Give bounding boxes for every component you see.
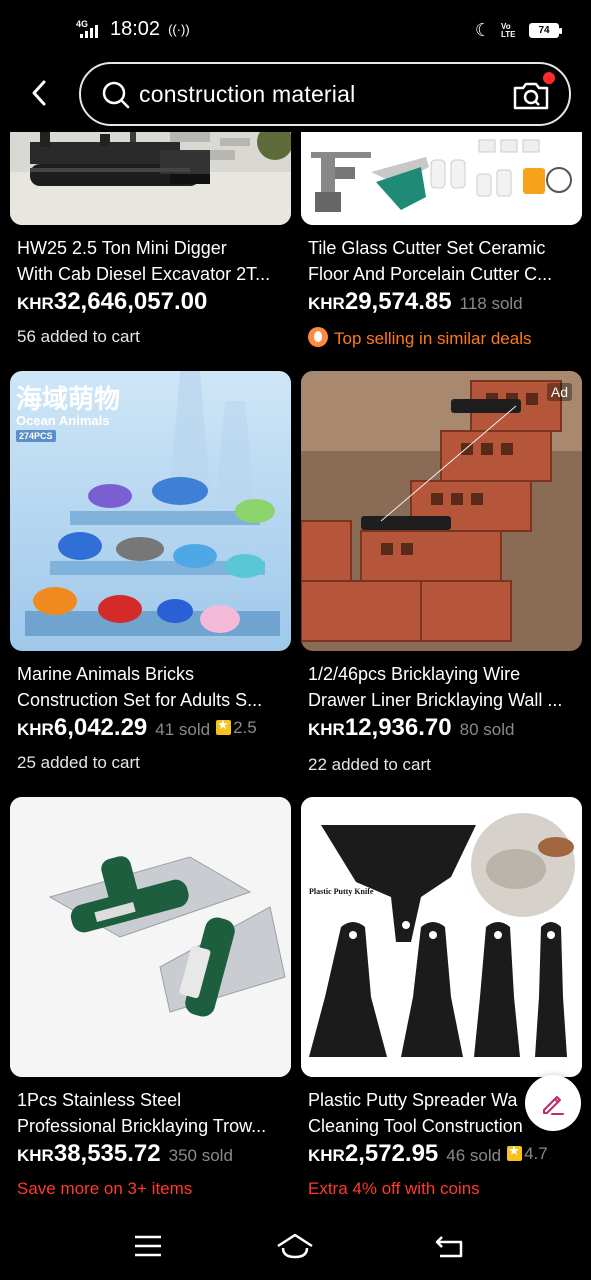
product-price: KHR6,042.29 41 sold 2.5 bbox=[17, 714, 257, 742]
ad-badge: Ad bbox=[546, 383, 572, 401]
product-image-tile-cutter bbox=[301, 132, 582, 225]
price-currency: KHR bbox=[17, 294, 54, 313]
edit-pencil-icon[interactable] bbox=[525, 1075, 581, 1131]
product-title-line: Construction Set for Adults S... bbox=[17, 690, 263, 710]
image-caption-cn: 海域萌物 bbox=[16, 385, 121, 415]
price-value: 2,572.95 bbox=[344, 1140, 439, 1167]
image-caption: Plastic Putty Knife bbox=[309, 887, 374, 896]
price-currency: KHR bbox=[17, 720, 54, 739]
promo-text: Save more on 3+ items bbox=[17, 1179, 193, 1198]
price-currency: KHR bbox=[308, 294, 345, 313]
volte-indicator: Vo LTE bbox=[501, 21, 516, 39]
back-nav-icon[interactable] bbox=[430, 1230, 470, 1262]
search-query: construction material bbox=[139, 81, 356, 107]
sold-count: 118 sold bbox=[459, 294, 523, 313]
product-card[interactable]: HW25 2.5 Ton Mini Digger With Cab Diesel… bbox=[10, 132, 291, 352]
sold-count: 80 sold bbox=[459, 720, 515, 739]
product-price: KHR 12,936.70 80 sold bbox=[308, 714, 514, 742]
sold-count: 350 sold bbox=[168, 1146, 233, 1165]
product-title: Marine Animals Bricks Construction Set f… bbox=[17, 661, 287, 713]
price-value: 6,042.29 bbox=[53, 714, 148, 741]
product-image-excavator bbox=[10, 132, 291, 225]
added-to-cart-text: 22 added to cart bbox=[308, 755, 431, 774]
notification-dot bbox=[543, 72, 555, 84]
added-to-cart-text: 56 added to cart bbox=[17, 327, 140, 346]
fire-icon bbox=[308, 327, 328, 347]
product-title-line: Drawer Liner Bricklaying Wall ... bbox=[308, 690, 563, 710]
product-title-line: HW25 2.5 Ton Mini Digger bbox=[17, 238, 227, 258]
product-grid: HW25 2.5 Ton Mini Digger With Cab Diesel… bbox=[0, 132, 591, 1212]
product-card[interactable]: 1Pcs Stainless Steel Professional Brickl… bbox=[10, 797, 291, 1207]
hotspot-icon: ((·)) bbox=[168, 22, 190, 37]
price-value: 29,574.85 bbox=[344, 288, 452, 315]
product-card[interactable]: 海域萌物 Ocean Animals 274PCS Marine Animals… bbox=[10, 371, 291, 781]
top-selling-badge: Top selling in similar deals bbox=[308, 327, 531, 349]
search-header: construction material bbox=[0, 62, 591, 132]
product-title: Tile Glass Cutter Set Ceramic Floor And … bbox=[308, 235, 578, 287]
added-to-cart-text: 25 added to cart bbox=[17, 753, 140, 772]
product-price: KHR 38,535.72 350 sold bbox=[17, 1140, 233, 1168]
battery-icon: 74 bbox=[529, 23, 562, 38]
home-icon[interactable] bbox=[275, 1230, 315, 1262]
battery-level: 74 bbox=[538, 25, 550, 36]
rating-value: 4.7 bbox=[524, 1143, 548, 1163]
product-price: KHR2,572.95 46 sold 4.7 bbox=[308, 1140, 548, 1168]
top-selling-text: Top selling in similar deals bbox=[334, 329, 532, 348]
product-price: KHR 32,646,057.00 bbox=[17, 288, 207, 316]
product-image-trowel bbox=[10, 797, 291, 1077]
product-title-line: Marine Animals Bricks bbox=[17, 664, 195, 684]
product-card[interactable]: Plastic Putty Knife Plastic Putty Spread… bbox=[301, 797, 582, 1207]
product-title-line: 1Pcs Stainless Steel bbox=[17, 1090, 182, 1110]
price-value: 12,936.70 bbox=[344, 714, 452, 741]
product-title-line: With Cab Diesel Excavator 2T... bbox=[17, 264, 271, 284]
rating: 4.7 bbox=[507, 1143, 548, 1164]
price-currency: KHR bbox=[308, 1146, 345, 1165]
product-title-line: Floor And Porcelain Cutter C... bbox=[308, 264, 553, 284]
product-title-line: Professional Bricklaying Trow... bbox=[17, 1116, 267, 1136]
product-image-putty-knife: Plastic Putty Knife bbox=[301, 797, 582, 1077]
product-image-bricklaying-wire: Ad bbox=[301, 371, 582, 651]
search-icon bbox=[101, 80, 131, 110]
sold-count: 41 sold bbox=[155, 720, 211, 739]
product-title: 1Pcs Stainless Steel Professional Brickl… bbox=[17, 1087, 287, 1139]
star-icon bbox=[216, 717, 232, 735]
back-arrow-icon[interactable] bbox=[22, 76, 56, 110]
product-title-line: 1/2/46pcs Bricklaying Wire bbox=[308, 664, 521, 684]
product-card[interactable]: Tile Glass Cutter Set Ceramic Floor And … bbox=[301, 132, 582, 352]
product-card[interactable]: Ad 1/2/46pcs Bricklaying Wire Drawer Lin… bbox=[301, 371, 582, 781]
signal-icon: 4G bbox=[76, 19, 102, 40]
rating-value: 2.5 bbox=[233, 717, 257, 737]
price-currency: KHR bbox=[17, 1146, 54, 1165]
status-bar: 4G 18:02 ((·)) ☾ Vo LTE 74 bbox=[0, 0, 591, 62]
product-title: HW25 2.5 Ton Mini Digger With Cab Diesel… bbox=[17, 235, 287, 287]
rating: 2.5 bbox=[216, 717, 257, 738]
menu-icon[interactable] bbox=[128, 1230, 168, 1262]
product-title-line: Tile Glass Cutter Set Ceramic bbox=[308, 238, 546, 258]
system-nav-bar bbox=[0, 1212, 591, 1280]
product-price: KHR 29,574.85 118 sold bbox=[308, 288, 523, 316]
clock: 18:02 bbox=[110, 18, 161, 40]
promo-text: Extra 4% off with coins bbox=[308, 1179, 480, 1198]
product-title: 1/2/46pcs Bricklaying Wire Drawer Liner … bbox=[308, 661, 578, 713]
product-image-marine-bricks: 海域萌物 Ocean Animals 274PCS bbox=[10, 371, 291, 651]
price-currency: KHR bbox=[308, 720, 345, 739]
star-icon bbox=[507, 1143, 523, 1161]
image-caption-en: Ocean Animals bbox=[16, 413, 110, 428]
price-value: 32,646,057.00 bbox=[53, 288, 208, 315]
price-value: 38,535.72 bbox=[53, 1140, 161, 1167]
image-caption-pcs: 274PCS bbox=[16, 430, 56, 442]
search-input[interactable]: construction material bbox=[79, 62, 571, 126]
sold-count: 46 sold bbox=[446, 1146, 502, 1165]
do-not-disturb-icon: ☾ bbox=[474, 20, 491, 40]
